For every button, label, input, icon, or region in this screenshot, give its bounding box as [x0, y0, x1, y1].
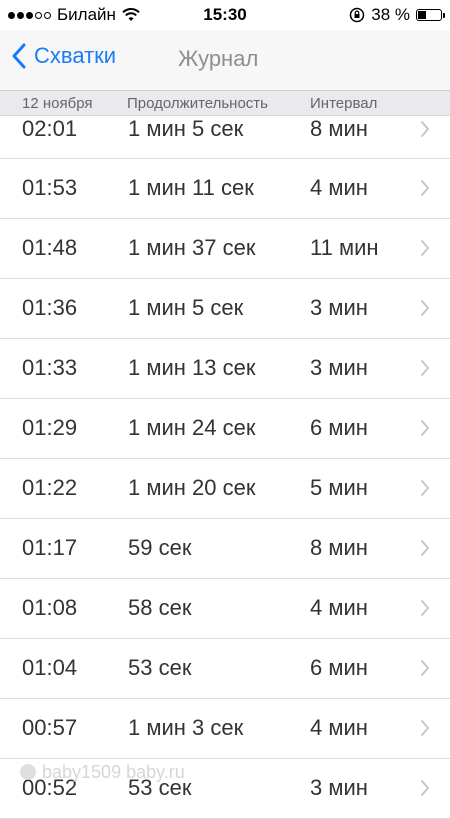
chevron-right-icon [421, 780, 430, 796]
contractions-list: 02:01 1 мин 5 сек 8 мин 01:53 1 мин 11 сек 4 … [0, 98, 450, 819]
row-duration: 53 сек [128, 655, 192, 680]
row-time: 01:33 [22, 355, 78, 380]
row-interval: 4 мин [310, 595, 368, 620]
row-interval: 3 мин [310, 295, 368, 320]
row-duration: 1 мин 24 сек [128, 415, 256, 440]
row-interval: 8 мин [310, 535, 368, 560]
chevron-right-icon [421, 121, 430, 137]
table-row[interactable]: 01:36 1 мин 5 сек 3 мин [0, 279, 450, 339]
back-button[interactable]: Схватки [10, 42, 116, 70]
column-header-interval: Интервал [310, 95, 378, 112]
table-row[interactable]: 01:17 59 сек 8 мин [0, 519, 450, 579]
battery-icon [416, 9, 445, 21]
row-time: 01:22 [22, 475, 78, 500]
row-interval: 3 мин [310, 355, 368, 380]
chevron-right-icon [421, 660, 430, 676]
row-duration: 1 мин 37 сек [128, 235, 256, 260]
row-interval: 6 мин [310, 655, 368, 680]
row-duration: 1 мин 11 сек [128, 175, 254, 200]
chevron-right-icon [421, 240, 430, 256]
table-header: 12 ноября Продолжительность Интервал [0, 90, 450, 116]
row-duration: 1 мин 5 сек [128, 116, 244, 141]
row-duration: 59 сек [128, 535, 192, 560]
row-duration: 1 мин 3 сек [128, 715, 244, 740]
status-right: 38 % [349, 5, 445, 25]
chevron-right-icon [421, 360, 430, 376]
row-interval: 4 мин [310, 715, 368, 740]
chevron-right-icon [421, 600, 430, 616]
row-time: 01:36 [22, 295, 78, 320]
battery-percent: 38 % [371, 5, 410, 24]
row-duration: 1 мин 13 сек [128, 355, 256, 380]
table-row[interactable]: 00:52 53 сек 3 мин [0, 759, 450, 819]
row-interval: 5 мин [310, 475, 368, 500]
chevron-right-icon [421, 540, 430, 556]
chevron-right-icon [421, 720, 430, 736]
row-duration: 53 сек [128, 775, 192, 800]
row-time: 00:57 [22, 715, 78, 740]
row-interval: 8 мин [310, 116, 368, 141]
status-bar: Билайн 15:30 38 % [0, 0, 450, 30]
row-time: 01:08 [22, 595, 78, 620]
row-duration: 1 мин 5 сек [128, 295, 244, 320]
row-time: 00:52 [22, 775, 78, 800]
chevron-right-icon [421, 480, 430, 496]
table-row[interactable]: 01:04 53 сек 6 мин [0, 639, 450, 699]
table-row[interactable]: 01:33 1 мин 13 сек 3 мин [0, 339, 450, 399]
row-interval: 3 мин [310, 775, 368, 800]
row-duration: 1 мин 20 сек [128, 475, 256, 500]
chevron-right-icon [421, 420, 430, 436]
row-duration: 58 сек [128, 595, 192, 620]
row-interval: 11 мин [310, 235, 379, 260]
table-row[interactable]: 01:29 1 мин 24 сек 6 мин [0, 399, 450, 459]
column-header-duration: Продолжительность [127, 95, 268, 112]
table-row[interactable]: 01:48 1 мин 37 сек 11 мин [0, 219, 450, 279]
rotation-lock-icon [350, 7, 365, 23]
battery-fill [418, 11, 426, 19]
page-title: Журнал [178, 46, 259, 71]
chevron-right-icon [421, 180, 430, 196]
table-row[interactable]: 00:57 1 мин 3 сек 4 мин [0, 699, 450, 759]
column-header-date: 12 ноября [22, 95, 93, 112]
table-row[interactable]: 01:08 58 сек 4 мин [0, 579, 450, 639]
row-time: 01:29 [22, 415, 78, 440]
row-time: 01:48 [22, 235, 78, 260]
row-time: 01:04 [22, 655, 78, 680]
table-row[interactable]: 01:53 1 мин 11 сек 4 мин [0, 159, 450, 219]
navigation-bar: Схватки Журнал [0, 30, 450, 90]
row-interval: 6 мин [310, 415, 368, 440]
row-time: 02:01 [22, 116, 78, 141]
row-time: 01:17 [22, 535, 78, 560]
row-time: 01:53 [22, 175, 78, 200]
chevron-right-icon [421, 300, 430, 316]
back-button-label: Схватки [34, 43, 117, 68]
chevron-left-icon [12, 43, 26, 69]
row-interval: 4 мин [310, 175, 368, 200]
table-row[interactable]: 01:22 1 мин 20 сек 5 мин [0, 459, 450, 519]
